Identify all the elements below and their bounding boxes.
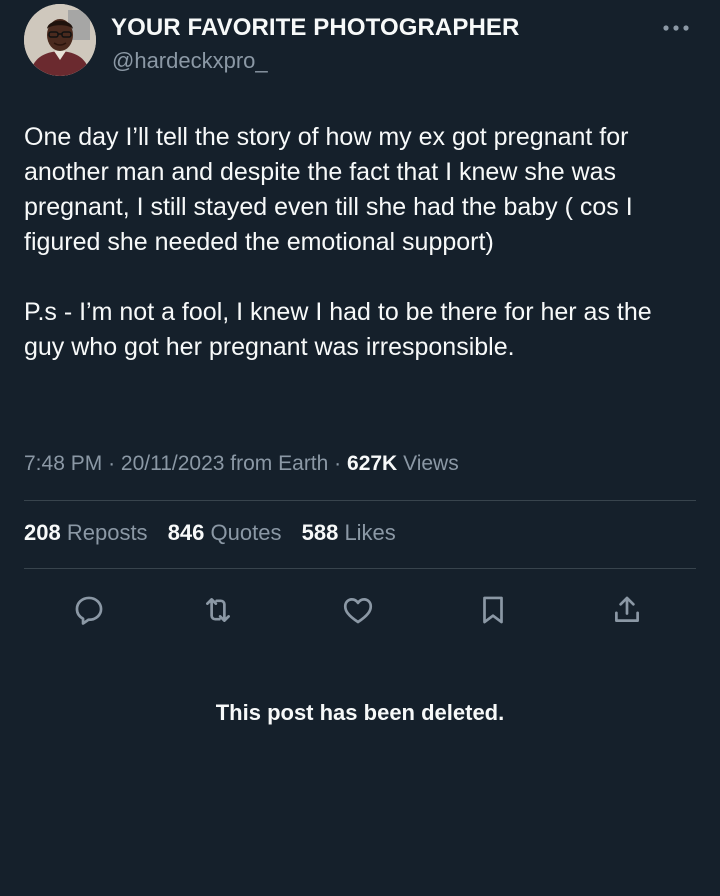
repost-icon — [206, 598, 230, 622]
post-header: YOUR FAVORITE PHOTOGRAPHER @hardeckxpro_ — [24, 4, 696, 84]
deleted-notice: This post has been deleted. — [215, 700, 505, 725]
post-source: from Earth — [230, 452, 329, 475]
share-button[interactable] — [605, 588, 649, 632]
bookmark-icon — [483, 596, 503, 624]
meta-separator: · — [108, 452, 116, 475]
avatar[interactable] — [24, 4, 96, 76]
meta-separator: · — [334, 452, 342, 475]
views-label[interactable]: Views — [403, 452, 459, 475]
avatar-image — [24, 4, 96, 76]
post-date[interactable]: 20/11/2023 — [121, 452, 225, 475]
reposts-stat[interactable]: 208 Reposts — [24, 520, 148, 545]
bookmark-button[interactable] — [471, 588, 515, 632]
more-options-button[interactable] — [660, 16, 692, 40]
like-button[interactable] — [336, 588, 380, 632]
action-bar — [0, 588, 720, 632]
reply-icon — [75, 596, 103, 625]
more-dots-icon — [663, 25, 689, 31]
post-text: One day I’ll tell the story of how my ex… — [24, 120, 696, 365]
post-stats: 208 Reposts 846 Quotes 588 Likes — [24, 520, 696, 546]
post-time[interactable]: 7:48 PM — [24, 452, 102, 475]
repost-button[interactable] — [196, 588, 240, 632]
likes-stat[interactable]: 588 Likes — [302, 520, 396, 545]
post-paragraph: P.s - I’m not a fool, I knew I had to be… — [24, 298, 652, 361]
reply-button[interactable] — [67, 588, 111, 632]
likes-count: 588 — [301, 520, 339, 545]
quotes-stat[interactable]: 846 Quotes — [168, 520, 282, 545]
divider — [24, 500, 696, 501]
author-handle[interactable]: @hardeckxpro_ — [112, 48, 268, 74]
like-icon — [343, 598, 373, 624]
views-count[interactable]: 627K — [347, 452, 397, 475]
reposts-count: 208 — [24, 520, 61, 545]
likes-label: Likes — [344, 520, 396, 545]
quotes-label: Quotes — [210, 520, 282, 545]
post-detail-page: YOUR FAVORITE PHOTOGRAPHER @hardeckxpro_… — [0, 0, 720, 896]
divider — [24, 568, 696, 569]
author-name[interactable]: YOUR FAVORITE PHOTOGRAPHER — [111, 14, 519, 42]
reposts-label: Reposts — [66, 520, 148, 545]
post-meta: 7:48 PM · 20/11/2023 from Earth · 627K V… — [24, 452, 696, 476]
share-icon — [615, 596, 639, 622]
post-paragraph: One day I’ll tell the story of how my ex… — [24, 123, 633, 256]
quotes-count: 846 — [167, 520, 205, 545]
